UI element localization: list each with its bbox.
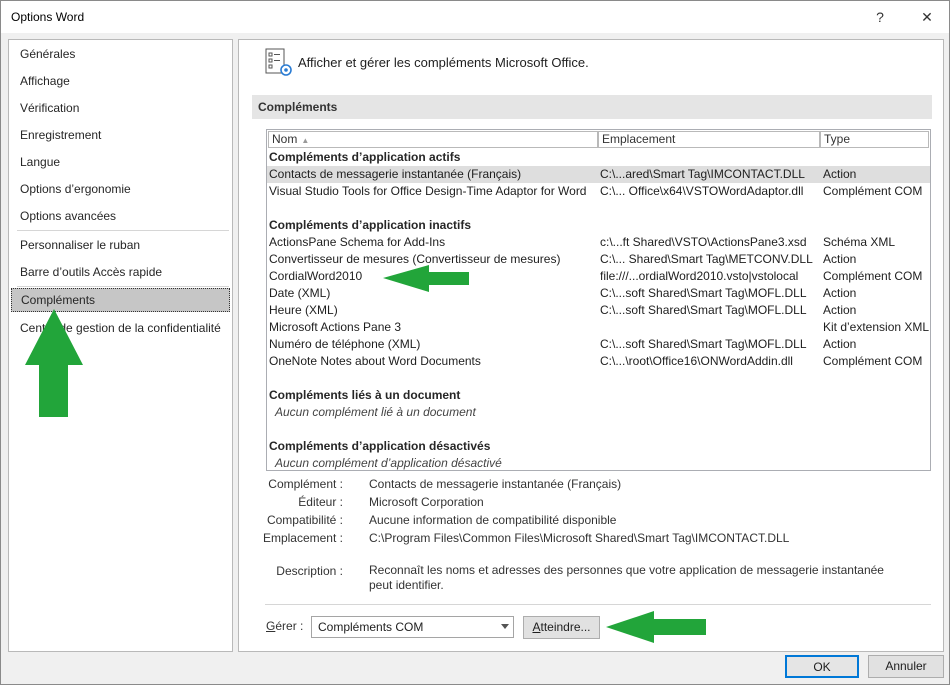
- nav-divider: [17, 286, 229, 287]
- section-title: Compléments: [252, 95, 932, 119]
- nav-divider: [17, 230, 229, 231]
- manage-select[interactable]: Compléments COM: [311, 616, 514, 638]
- window-title: Options Word: [11, 10, 85, 24]
- list-item[interactable]: Numéro de téléphone (XML) C:\...soft Sha…: [267, 336, 930, 353]
- help-button[interactable]: ?: [869, 7, 891, 27]
- group-title: Compléments liés à un document: [269, 388, 461, 402]
- detail-publisher-value: Microsoft Corporation: [369, 495, 484, 509]
- detail-location-label: Emplacement :: [262, 531, 343, 545]
- options-dialog: Options Word ? ✕ Générales Affichage Vér…: [0, 0, 950, 685]
- list-header: Nom ▲ Emplacement Type: [267, 130, 930, 148]
- detail-compat-value: Aucune information de compatibilité disp…: [369, 513, 617, 527]
- list-item[interactable]: Convertisseur de mesures (Convertisseur …: [267, 251, 930, 268]
- addins-list[interactable]: Nom ▲ Emplacement Type Compléments d’appl…: [266, 129, 931, 471]
- detail-description-label: Description :: [276, 564, 343, 578]
- nav-item-enregistrement[interactable]: Enregistrement: [11, 123, 230, 147]
- go-button[interactable]: Atteindre...: [523, 616, 600, 639]
- nav-item-personnaliser-ruban[interactable]: Personnaliser le ruban: [11, 233, 230, 257]
- manage-label: Gérer :: [266, 619, 304, 633]
- detail-location-value: C:\Program Files\Common Files\Microsoft …: [369, 531, 790, 545]
- detail-addin-value: Contacts de messagerie instantanée (Fran…: [369, 477, 622, 491]
- column-header-name[interactable]: Nom ▲: [268, 131, 598, 148]
- nav-item-langue[interactable]: Langue: [11, 150, 230, 174]
- annotation-arrow-left-icon: [383, 265, 469, 292]
- addins-icon: [265, 48, 292, 76]
- nav-item-generales[interactable]: Générales: [11, 42, 230, 66]
- list-item[interactable]: Contacts de messagerie instantanée (Fran…: [267, 166, 930, 183]
- nav-item-ergonomie[interactable]: Options d’ergonomie: [11, 177, 230, 201]
- list-item[interactable]: Date (XML) C:\...soft Shared\Smart Tag\M…: [267, 285, 930, 302]
- list-item[interactable]: Microsoft Actions Pane 3 Kit d’extension…: [267, 319, 930, 336]
- list-item[interactable]: Visual Studio Tools for Office Design-Ti…: [267, 183, 930, 200]
- nav-item-affichage[interactable]: Affichage: [11, 69, 230, 93]
- list-item[interactable]: CordialWord2010 file:///...ordialWord201…: [267, 268, 930, 285]
- nav-item-options-avancees[interactable]: Options avancées: [11, 204, 230, 228]
- chevron-down-icon: [501, 624, 509, 629]
- ok-button[interactable]: OK: [785, 655, 859, 678]
- empty-group-message: Aucun complément lié à un document: [275, 405, 476, 419]
- group-title: Compléments d’application désactivés: [269, 439, 491, 453]
- title-bar: Options Word ? ✕: [1, 1, 949, 33]
- close-button[interactable]: ✕: [916, 7, 938, 27]
- divider: [265, 604, 931, 605]
- detail-compat-label: Compatibilité :: [266, 513, 343, 527]
- addins-panel: Afficher et gérer les compléments Micros…: [238, 39, 944, 652]
- detail-description-value: Reconnaît les noms et adresses des perso…: [369, 563, 884, 592]
- group-title: Compléments d’application inactifs: [269, 218, 472, 232]
- list-item[interactable]: OneNote Notes about Word Documents C:\..…: [267, 353, 930, 370]
- sort-ascending-icon: ▲: [301, 136, 310, 145]
- column-header-location[interactable]: Emplacement: [598, 131, 820, 148]
- annotation-arrow-up-icon: [25, 309, 83, 417]
- detail-addin-label: Complément :: [268, 477, 343, 491]
- list-item[interactable]: Heure (XML) C:\...soft Shared\Smart Tag\…: [267, 302, 930, 319]
- detail-publisher-label: Éditeur :: [298, 495, 343, 509]
- empty-group-message: Aucun complément d’application désactivé: [275, 456, 502, 470]
- nav-item-verification[interactable]: Vérification: [11, 96, 230, 120]
- page-heading: Afficher et gérer les compléments Micros…: [298, 55, 589, 70]
- annotation-arrow-left-icon: [606, 611, 706, 643]
- list-item[interactable]: ActionsPane Schema for Add-Ins c:\...ft …: [267, 234, 930, 251]
- cancel-button[interactable]: Annuler: [868, 655, 944, 678]
- nav-item-barre-acces-rapide[interactable]: Barre d’outils Accès rapide: [11, 260, 230, 284]
- column-header-type[interactable]: Type: [820, 131, 929, 148]
- group-title: Compléments d’application actifs: [269, 150, 461, 164]
